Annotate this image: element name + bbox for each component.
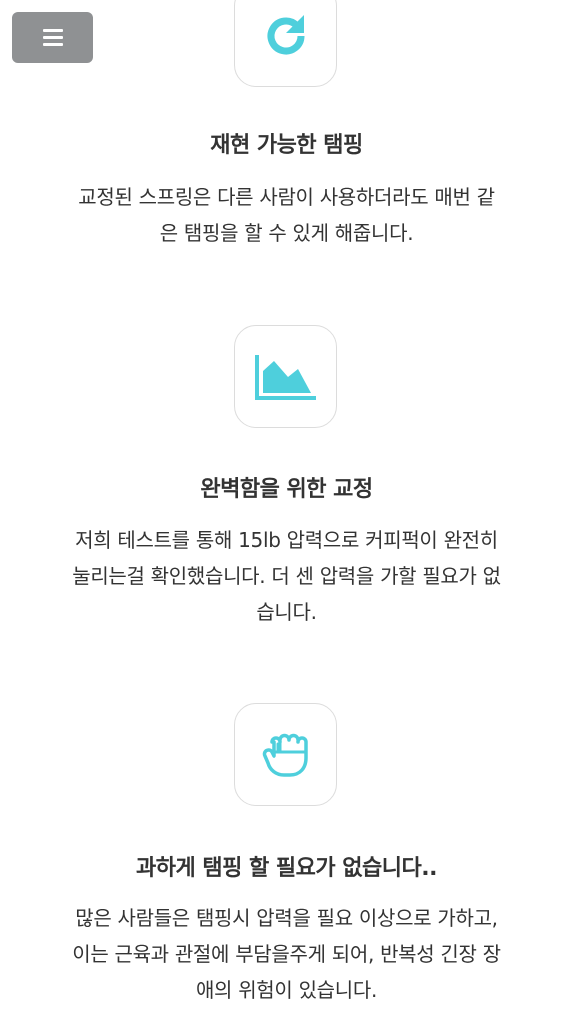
feature-title: 완벽함을 위한 교정: [200, 477, 373, 502]
refresh-icon-box: [234, 0, 337, 87]
feature-description: 저희 테스트를 통해 15lb 압력으로 커피퍽이 완전히 눌리는걸 확인했습니…: [72, 528, 501, 624]
area-chart-icon-box: [234, 325, 337, 428]
fist-icon: [262, 733, 308, 777]
feature-title: 재현 가능한 탬핑: [210, 133, 363, 158]
page: 재현 가능한 탬핑 교정된 스프링은 다른 사람이 사용하더라도 매번 같은 탬…: [0, 0, 573, 1024]
area-chart-icon: [254, 354, 316, 400]
feature-title: 과하게 탬핑 할 필요가 없습니다..: [136, 856, 437, 881]
menu-button[interactable]: [12, 12, 93, 63]
feature-description: 많은 사람들은 탬핑시 압력을 필요 이상으로 가하고, 이는 근육과 관절에 …: [72, 906, 501, 1002]
feature-description: 교정된 스프링은 다른 사람이 사용하더라도 매번 같은 탬핑을 할 수 있게 …: [78, 185, 495, 245]
hamburger-menu-icon: [42, 29, 63, 46]
fist-icon-box: [234, 703, 337, 806]
refresh-icon: [267, 14, 304, 54]
